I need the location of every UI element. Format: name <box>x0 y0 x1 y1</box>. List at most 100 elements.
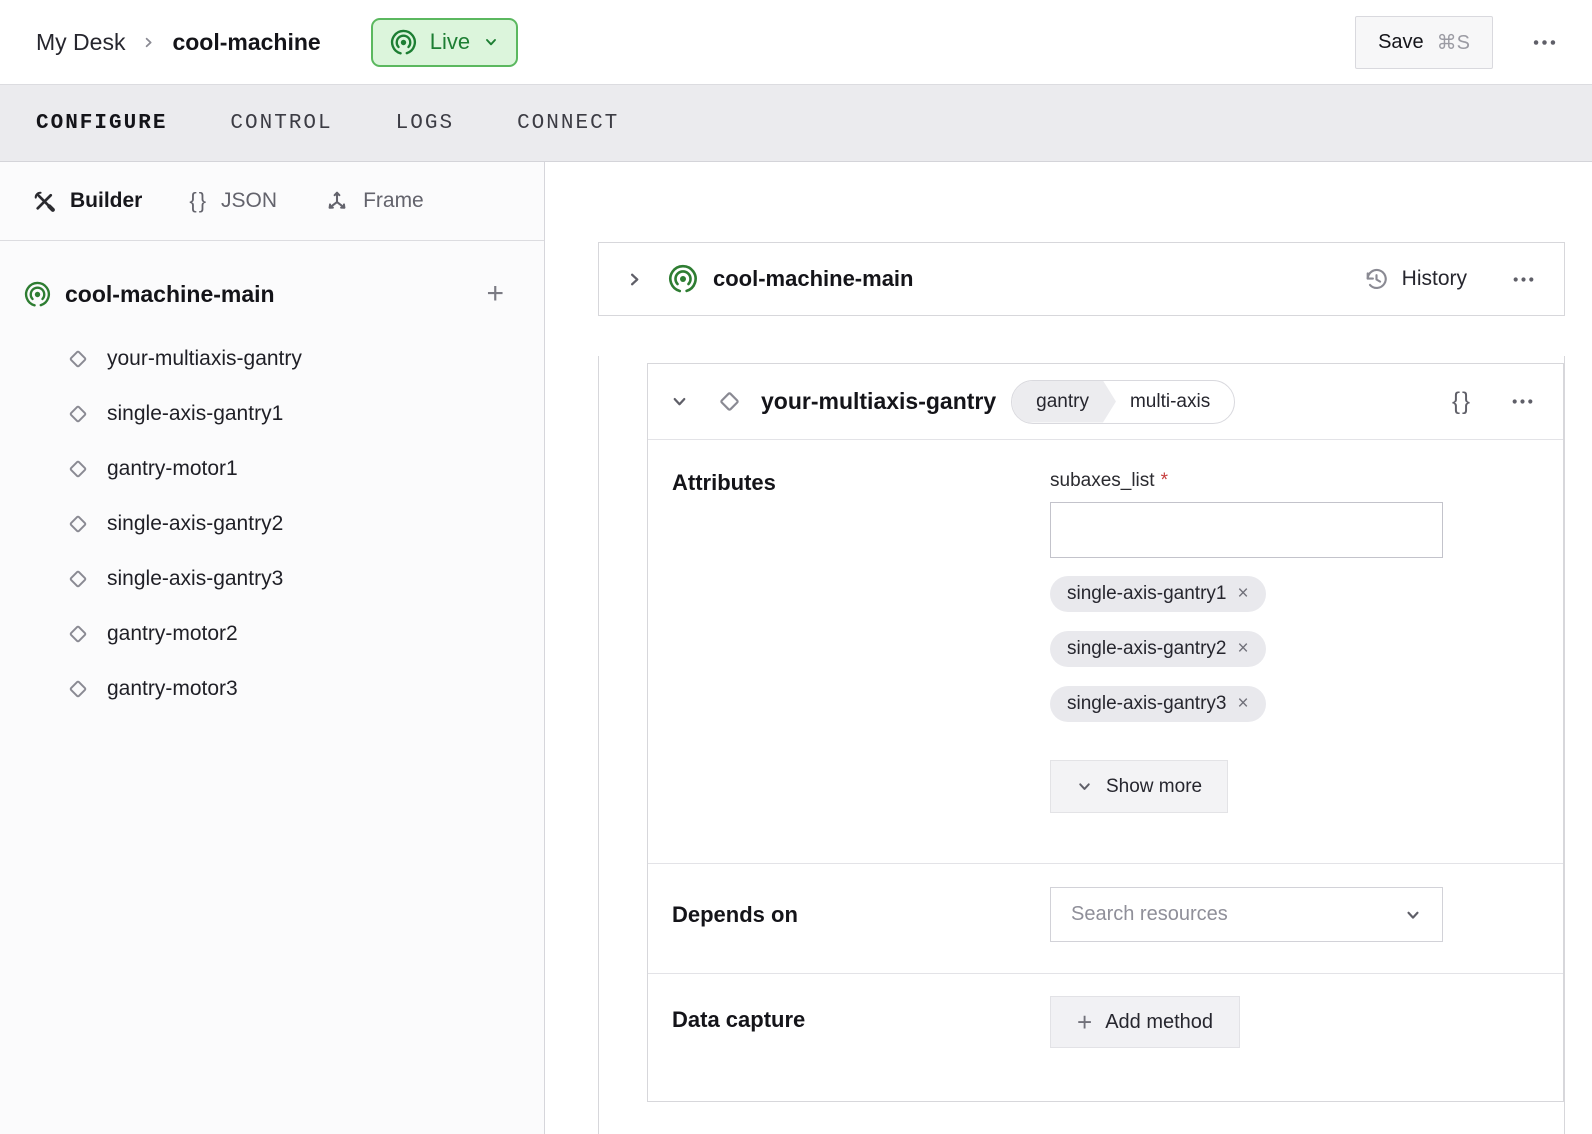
history-button[interactable]: History <box>1363 266 1467 293</box>
tree-item-label: single-axis-gantry2 <box>107 512 283 536</box>
tree-item[interactable]: single-axis-gantry3 <box>65 551 504 606</box>
resource-card: your-multiaxis-gantry gantry multi-axis … <box>647 363 1564 1102</box>
history-icon <box>1363 266 1390 293</box>
diamond-icon <box>65 511 91 537</box>
history-label: History <box>1402 267 1467 291</box>
subaxes-chip-list: single-axis-gantry1 × single-axis-gantry… <box>1050 576 1443 722</box>
subaxis-chip: single-axis-gantry2 × <box>1050 631 1266 667</box>
chip-remove-icon[interactable]: × <box>1237 638 1248 660</box>
tree-item[interactable]: gantry-motor3 <box>65 661 504 716</box>
subaxis-chip: single-axis-gantry1 × <box>1050 576 1266 612</box>
tree-item[interactable]: your-multiaxis-gantry <box>65 331 504 386</box>
chip-remove-icon[interactable]: × <box>1237 583 1248 605</box>
overflow-menu-button[interactable] <box>1531 29 1558 56</box>
diamond-icon <box>65 566 91 592</box>
view-json-label: JSON <box>221 189 277 213</box>
view-mode-toggle: Builder {} JSON Frame <box>0 162 544 241</box>
tree-children: your-multiaxis-gantry single-axis-gantry… <box>24 331 504 716</box>
resource-card-body: Attributes subaxes_list* single-axis-gan… <box>648 440 1563 1101</box>
breadcrumb-current: cool-machine <box>172 29 320 56</box>
add-method-label: Add method <box>1105 1011 1213 1034</box>
breadcrumb-parent-link[interactable]: My Desk <box>36 29 125 56</box>
collapse-chevron-down-icon[interactable] <box>670 392 689 411</box>
chip-label: single-axis-gantry2 <box>1067 638 1226 660</box>
tab-control[interactable]: CONTROL <box>230 112 332 135</box>
resource-card-header: your-multiaxis-gantry gantry multi-axis … <box>648 364 1563 440</box>
tree-root-machine[interactable]: cool-machine-main + <box>24 269 504 319</box>
broadcast-icon <box>668 264 698 294</box>
tools-icon <box>32 189 57 214</box>
diamond-icon <box>65 346 91 372</box>
part-header-card: cool-machine-main History <box>598 242 1565 316</box>
subaxes-input[interactable] <box>1050 502 1443 558</box>
breadcrumb: My Desk cool-machine <box>36 29 321 56</box>
plus-icon: + <box>1077 1009 1092 1035</box>
resource-overflow-menu-button[interactable] <box>1510 389 1535 414</box>
tree-item-label: single-axis-gantry1 <box>107 402 283 426</box>
json-mode-button[interactable]: {} <box>1452 388 1472 416</box>
resource-title: your-multiaxis-gantry <box>761 388 996 415</box>
diamond-icon <box>65 401 91 427</box>
tree-item-label: your-multiaxis-gantry <box>107 347 302 371</box>
part-resources-group: your-multiaxis-gantry gantry multi-axis … <box>598 356 1565 1134</box>
tree-item-label: single-axis-gantry3 <box>107 567 283 591</box>
live-status-dropdown[interactable]: Live <box>371 18 518 67</box>
data-capture-section: Data capture + Add method <box>648 973 1563 1101</box>
content-area: Builder {} JSON Frame cool-machine-main … <box>0 162 1592 1134</box>
config-panel: cool-machine-main History <box>545 162 1592 1134</box>
add-method-button[interactable]: + Add method <box>1050 996 1240 1048</box>
diamond-icon <box>65 676 91 702</box>
part-overflow-menu-button[interactable] <box>1511 267 1536 292</box>
diamond-icon <box>715 387 744 416</box>
view-json[interactable]: {} JSON <box>189 188 277 214</box>
subaxes-field-label: subaxes_list* <box>1050 470 1443 492</box>
chevron-down-icon <box>483 34 499 50</box>
tab-configure[interactable]: CONFIGURE <box>36 112 167 135</box>
sidebar: Builder {} JSON Frame cool-machine-main … <box>0 162 545 1134</box>
tag-type: gantry <box>1012 381 1116 423</box>
diamond-icon <box>65 621 91 647</box>
save-label: Save <box>1378 31 1424 54</box>
chip-label: single-axis-gantry1 <box>1067 583 1226 605</box>
top-bar: My Desk cool-machine Live Save ⌘S <box>0 0 1592 85</box>
tree-root-label: cool-machine-main <box>65 281 275 308</box>
tree-item-label: gantry-motor2 <box>107 622 238 646</box>
broadcast-icon <box>24 281 51 308</box>
part-title: cool-machine-main <box>713 266 913 292</box>
required-marker: * <box>1161 470 1168 491</box>
chevron-down-icon <box>1404 906 1422 924</box>
tab-connect[interactable]: CONNECT <box>517 112 619 135</box>
diamond-icon <box>65 456 91 482</box>
tree-item[interactable]: single-axis-gantry1 <box>65 386 504 441</box>
resource-tree: cool-machine-main + your-multiaxis-gantr… <box>0 241 544 716</box>
view-builder-label: Builder <box>70 189 142 213</box>
tree-item-label: gantry-motor3 <box>107 677 238 701</box>
broadcast-icon <box>390 29 417 56</box>
live-status-label: Live <box>430 29 470 55</box>
view-frame-label: Frame <box>363 189 424 213</box>
attributes-section: Attributes subaxes_list* single-axis-gan… <box>648 440 1563 863</box>
main-tab-bar: CONFIGURE CONTROL LOGS CONNECT <box>0 85 1592 162</box>
show-more-label: Show more <box>1106 776 1202 798</box>
depends-on-placeholder: Search resources <box>1071 903 1228 926</box>
depends-on-heading: Depends on <box>672 902 1050 928</box>
tree-item[interactable]: single-axis-gantry2 <box>65 496 504 551</box>
tree-item[interactable]: gantry-motor2 <box>65 606 504 661</box>
chevron-right-icon <box>141 35 156 50</box>
expand-chevron-right-icon[interactable] <box>625 270 644 289</box>
resource-type-tag: gantry multi-axis <box>1011 380 1235 424</box>
show-more-button[interactable]: Show more <box>1050 760 1228 813</box>
save-button[interactable]: Save ⌘S <box>1355 16 1493 69</box>
braces-icon: {} <box>189 188 208 214</box>
tree-item[interactable]: gantry-motor1 <box>65 441 504 496</box>
frame-axes-icon <box>324 188 350 214</box>
add-component-button[interactable]: + <box>486 279 504 309</box>
view-builder[interactable]: Builder <box>32 189 142 214</box>
tab-logs[interactable]: LOGS <box>396 112 454 135</box>
chip-remove-icon[interactable]: × <box>1237 693 1248 715</box>
tree-item-label: gantry-motor1 <box>107 457 238 481</box>
tag-model: multi-axis <box>1116 381 1234 423</box>
depends-on-select[interactable]: Search resources <box>1050 887 1443 942</box>
view-frame[interactable]: Frame <box>324 188 424 214</box>
subaxis-chip: single-axis-gantry3 × <box>1050 686 1266 722</box>
